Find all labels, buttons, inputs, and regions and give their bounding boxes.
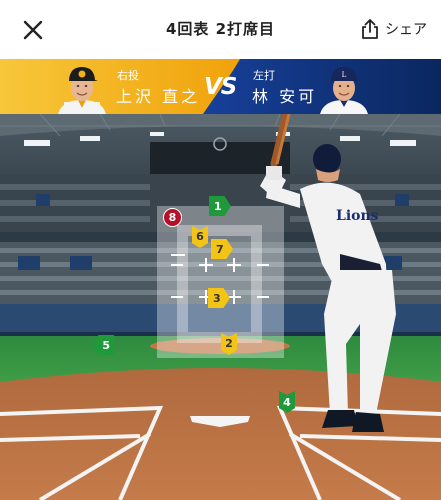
pitcher-avatar (58, 67, 106, 114)
pitch-number: 6 (196, 229, 204, 243)
zone-grid-mark (227, 258, 241, 272)
zone-tick (171, 264, 183, 266)
batter-role: 左打 (253, 69, 275, 82)
pitch-marker-8[interactable]: 8 (163, 208, 182, 227)
stadium-view: Lions 1 2 3 4 5 6 7 8 (0, 114, 441, 500)
pitch-number: 2 (225, 336, 233, 350)
zone-tick (257, 296, 269, 298)
pitch-number: 7 (216, 242, 224, 256)
batter-name: 林 安可 (252, 87, 318, 106)
pitch-number: 1 (214, 199, 222, 213)
share-label: シェア (385, 22, 427, 38)
batter-avatar: L (320, 67, 368, 114)
pitch-number: 5 (102, 338, 110, 352)
zone-tick (171, 296, 183, 298)
svg-text:L: L (342, 71, 347, 79)
pitch-number: 8 (168, 211, 177, 224)
pitcher-name: 上沢 直之 (116, 87, 201, 106)
share-button[interactable]: シェア (361, 17, 427, 41)
pitch-by-pitch-screen: 4回表 2打席目 シェア 右投 上沢 直之 VS 左打 林 安可 L Lions… (0, 0, 441, 500)
pitcher-role: 右投 (117, 69, 139, 82)
svg-text:Lions: Lions (336, 208, 379, 224)
vs-label: VS (204, 74, 237, 100)
zone-tick (257, 264, 269, 266)
zone-grid-mark (199, 258, 213, 272)
share-icon (362, 19, 378, 39)
pitch-number: 4 (283, 395, 291, 409)
matchup-bar: 右投 上沢 直之 VS 左打 林 安可 L (0, 59, 441, 114)
zone-tick (171, 254, 185, 256)
pitch-number: 3 (213, 291, 221, 305)
header-bar: 4回表 2打席目 シェア (0, 0, 441, 59)
